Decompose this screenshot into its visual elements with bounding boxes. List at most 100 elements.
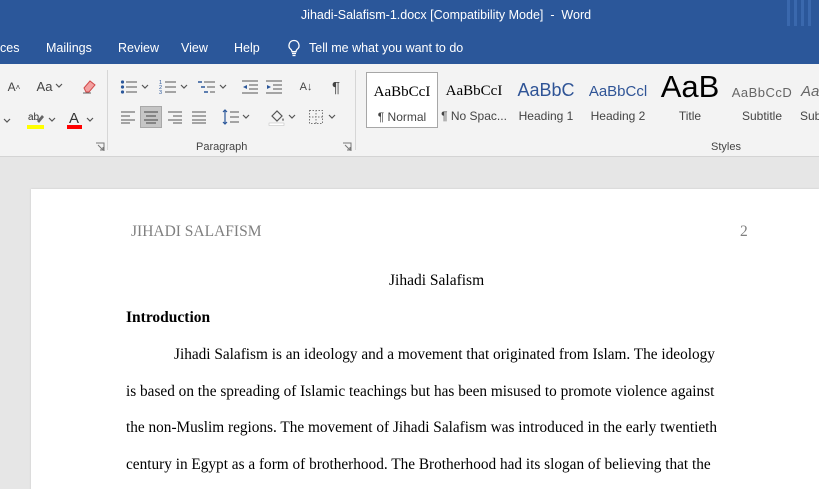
style-title[interactable]: AaB Title: [654, 72, 726, 128]
tab-references[interactable]: ces: [0, 41, 19, 55]
window-title: Jihadi-Salafism-1.docx [Compatibility Mo…: [300, 8, 592, 22]
ribbon-tabs: ces Mailings Review View Help Tell me wh…: [0, 34, 819, 64]
bullets-button[interactable]: [117, 76, 151, 98]
tab-mailings[interactable]: Mailings: [46, 41, 92, 55]
ribbon: A ˄ Aa ab A 1 2 3 A↓ ¶ Paragraph AaBbCcI…: [0, 64, 819, 157]
svg-text:3: 3: [159, 90, 162, 95]
paragraph-line: century in Egypt as a form of brotherhoo…: [126, 456, 711, 473]
highlighter-icon: ab: [27, 112, 44, 129]
style-preview: Aa: [801, 83, 819, 100]
chevron-down-icon: [48, 117, 56, 122]
style-preview: AaBbCcD: [731, 85, 793, 100]
bullet-list-icon: [120, 80, 137, 94]
align-left-button[interactable]: [117, 106, 139, 128]
style-preview: AaBbC: [517, 80, 575, 100]
line-spacing-icon: [222, 109, 239, 125]
multilevel-list-button[interactable]: [195, 76, 229, 98]
show-formatting-button[interactable]: ¶: [325, 76, 347, 98]
paragraph-line: Jihadi Salafism is an ideology and a mov…: [174, 346, 715, 363]
sort-button[interactable]: A↓: [295, 76, 317, 98]
align-center-icon: [144, 111, 158, 124]
increase-indent-icon: [266, 80, 282, 94]
style-preview: AaBbCcl: [588, 83, 648, 100]
shading-button[interactable]: [265, 106, 299, 128]
paint-bucket-icon: [268, 110, 285, 126]
chevron-down-icon: [328, 114, 336, 119]
title-bar-pattern: [785, 0, 819, 34]
eraser-icon: [83, 80, 96, 94]
style-name: Subtitle: [741, 109, 783, 123]
style-normal[interactable]: AaBbCcI ¶ Normal: [366, 72, 438, 128]
style-preview: AaBbCcI: [445, 83, 503, 99]
document-page[interactable]: JIHADI SALAFISM 2 Jihadi Salafism Introd…: [31, 189, 819, 489]
decrease-indent-button[interactable]: [239, 76, 261, 98]
tab-view[interactable]: View: [181, 41, 208, 55]
style-name: Heading 1: [518, 109, 574, 123]
align-left-icon: [121, 111, 135, 124]
lightbulb-icon: [288, 39, 300, 57]
chevron-down-icon: [288, 114, 296, 119]
numbered-list-icon: 1 2 3: [159, 80, 176, 95]
style-name: Sub: [800, 109, 819, 123]
style-heading-2[interactable]: AaBbCcl Heading 2: [582, 72, 654, 128]
multilevel-list-icon: [197, 81, 215, 93]
style-preview: AaBbCcI: [373, 84, 431, 100]
line-spacing-button[interactable]: [220, 106, 252, 128]
style-preview: AaB: [660, 72, 720, 104]
numbering-button[interactable]: 1 2 3: [156, 76, 190, 98]
style-heading-1[interactable]: AaBbC Heading 1: [510, 72, 582, 128]
borders-icon: [309, 110, 323, 124]
style-name: Title: [678, 109, 702, 123]
section-heading: Introduction: [126, 309, 211, 326]
justify-button[interactable]: [140, 106, 162, 128]
svg-text:A: A: [69, 110, 79, 127]
style-name: ¶ Normal: [377, 110, 427, 124]
highlight-color-button[interactable]: ab: [24, 108, 58, 132]
increase-indent-button[interactable]: [263, 76, 285, 98]
title-bar: Jihadi-Salafism-1.docx [Compatibility Mo…: [0, 0, 819, 34]
grow-font-label: A: [7, 80, 16, 94]
tell-me-search[interactable]: Tell me what you want to do: [287, 39, 463, 57]
document-title: Jihadi Salafism: [389, 272, 485, 289]
style-subtitle[interactable]: AaBbCcD Subtitle: [726, 72, 798, 128]
justify-icon: [192, 111, 206, 124]
change-case-button[interactable]: Aa: [33, 76, 67, 96]
paragraph-line: the non-Muslim regions. The movement of …: [126, 419, 718, 436]
document-area: JIHADI SALAFISM 2 Jihadi Salafism Introd…: [0, 157, 819, 489]
styles-gallery: AaBbCcI ¶ Normal AaBbCcI ¶ No Spac... Aa…: [365, 72, 819, 128]
chevron-down-icon: [86, 117, 94, 122]
style-no-spacing[interactable]: AaBbCcI ¶ No Spac...: [438, 72, 510, 128]
decrease-indent-icon: [242, 80, 258, 94]
paragraph-line: is based on the spreading of Islamic tea…: [126, 383, 715, 400]
align-right-button[interactable]: [164, 106, 186, 128]
running-header: JIHADI SALAFISM: [131, 223, 262, 240]
chevron-down-icon: [242, 114, 250, 119]
chevron-down-icon: [56, 83, 63, 88]
ribbon-separator: [107, 70, 108, 150]
align-right-icon: [168, 111, 182, 124]
chevron-down-icon: [219, 84, 226, 89]
style-subtle-emphasis[interactable]: Aa Sub: [798, 72, 819, 128]
chevron-down-icon: [180, 84, 187, 89]
clear-formatting-button[interactable]: [79, 76, 101, 96]
paragraph-dialog-launcher-icon[interactable]: [342, 142, 352, 152]
paragraph-group-label: Paragraph: [196, 141, 248, 153]
borders-button[interactable]: [305, 106, 339, 128]
style-name: Heading 2: [590, 109, 646, 123]
font-color-icon: A: [67, 110, 82, 129]
change-case-label: Aa: [36, 78, 53, 94]
tab-review[interactable]: Review: [118, 41, 159, 55]
justify-full-button[interactable]: [188, 106, 210, 128]
tab-help[interactable]: Help: [234, 41, 260, 55]
grow-font-button[interactable]: A ˄: [4, 78, 24, 96]
styles-group-label: Styles: [711, 141, 741, 153]
chevron-down-icon: [141, 84, 148, 89]
tell-me-label: Tell me what you want to do: [309, 41, 464, 55]
font-color-button[interactable]: A: [64, 108, 96, 132]
font-dialog-launcher-icon[interactable]: [95, 142, 105, 152]
style-name: ¶ No Spac...: [441, 109, 507, 123]
pilcrow-icon: ¶: [331, 78, 341, 96]
chevron-down-icon[interactable]: [0, 110, 14, 132]
page-number: 2: [740, 223, 748, 240]
sort-icon: A↓: [299, 81, 313, 93]
